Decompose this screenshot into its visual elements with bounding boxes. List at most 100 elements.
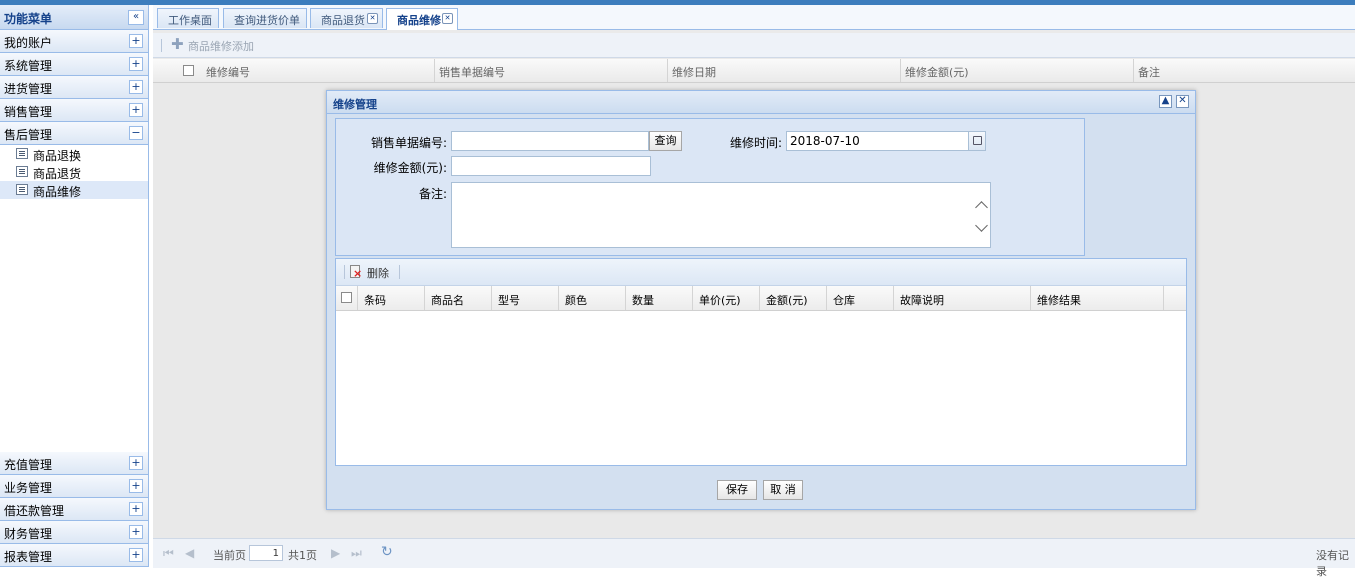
column-label: 维修编号 [206, 66, 250, 79]
expand-icon[interactable]: + [129, 103, 143, 117]
column-header[interactable]: 商品名 [425, 286, 492, 310]
sidebar-section[interactable]: 业务管理 + [0, 475, 148, 498]
select-all-checkbox[interactable] [183, 65, 194, 76]
sidebar-header: 功能菜单 « [0, 5, 148, 30]
column-header[interactable]: 数量 [626, 286, 693, 310]
column-header[interactable]: 故障说明 [894, 286, 1031, 310]
column-label: 仓库 [833, 294, 855, 307]
column-header[interactable]: 单价(元) [693, 286, 760, 310]
sidebar: 功能菜单 « 我的账户 + 系统管理 + 进货管理 + 销售管理 + 售后管理 − 商品退换 商品退… [0, 5, 149, 567]
expand-icon[interactable]: + [129, 80, 143, 94]
column-header[interactable]: 维修结果 [1031, 286, 1164, 310]
add-repair-button[interactable]: 商品维修添加 [188, 38, 254, 54]
column-label: 数量 [632, 294, 654, 307]
next-page-icon[interactable]: ▶ [331, 546, 340, 560]
tab-product-repair[interactable]: 商品维修 ✕ [386, 8, 458, 30]
tree-item[interactable]: 商品维修 [0, 181, 148, 199]
collapse-icon[interactable]: ▲ [1159, 95, 1172, 108]
remark-textarea[interactable] [451, 182, 991, 248]
column-label: 销售单据编号 [439, 66, 505, 79]
sidebar-section-label: 借还款管理 [4, 504, 65, 518]
refresh-icon[interactable]: ↻ [381, 544, 393, 560]
last-page-icon[interactable]: ⏭ [351, 546, 362, 561]
select-all-checkbox[interactable] [341, 292, 352, 303]
sidebar-section[interactable]: 财务管理 + [0, 521, 148, 544]
column-header[interactable]: 型号 [492, 286, 559, 310]
items-header: 条码 商品名 型号 颜色 数量 单价(元) 金额(元) 仓库 故障说明 维修结果 [336, 286, 1186, 311]
sidebar-section-label: 售后管理 [4, 128, 53, 142]
column-header[interactable]: 仓库 [827, 286, 894, 310]
column-header[interactable]: 销售单据编号 [435, 59, 668, 82]
tab-label: 查询进货价单 [234, 14, 300, 27]
cancel-button[interactable]: 取 消 [763, 480, 803, 500]
column-header[interactable]: 金额(元) [760, 286, 827, 310]
column-label: 故障说明 [900, 294, 944, 307]
collapse-sidebar-icon[interactable]: « [128, 10, 144, 25]
page-icon [16, 166, 28, 177]
column-header[interactable]: 颜色 [559, 286, 626, 310]
close-icon[interactable]: ✕ [1176, 95, 1189, 108]
sidebar-section[interactable]: 我的账户 + [0, 30, 148, 53]
add-icon[interactable]: ✚ [171, 36, 184, 52]
calendar-icon[interactable] [968, 132, 985, 150]
tree-item[interactable]: 商品退货 [0, 163, 148, 181]
tree-item-label: 商品退换 [33, 149, 82, 163]
tree-item-label: 商品维修 [33, 185, 82, 199]
column-label: 备注 [1138, 66, 1160, 79]
expand-icon[interactable]: + [129, 502, 143, 516]
expand-icon[interactable]: + [129, 525, 143, 539]
expand-icon[interactable]: + [129, 34, 143, 48]
column-header[interactable]: 维修日期 [668, 59, 901, 82]
column-header[interactable]: 条码 [358, 286, 425, 310]
sidebar-section[interactable]: 系统管理 + [0, 53, 148, 76]
sidebar-section-label: 我的账户 [4, 36, 53, 50]
amount-input[interactable] [451, 156, 651, 176]
query-button[interactable]: 查询 [649, 131, 682, 151]
scroll-down-icon[interactable] [975, 219, 988, 232]
save-button[interactable]: 保存 [717, 480, 757, 500]
column-label: 金额(元) [766, 294, 808, 307]
prev-page-icon[interactable]: ◀ [185, 546, 194, 560]
sidebar-section[interactable]: 报表管理 + [0, 544, 148, 567]
repair-date-field[interactable]: 2018-07-10 [786, 131, 986, 151]
sidebar-section[interactable]: 销售管理 + [0, 99, 148, 122]
sidebar-section-label: 系统管理 [4, 59, 53, 73]
column-label: 单价(元) [699, 294, 741, 307]
column-header[interactable]: 备注 [1134, 59, 1355, 82]
sidebar-section[interactable]: 充值管理 + [0, 452, 148, 475]
tab-purchase-price-query[interactable]: 查询进货价单 [223, 8, 307, 28]
delete-icon[interactable] [350, 265, 362, 279]
tab-bar: 工作桌面 查询进货价单 商品退货 ✕ 商品维修 ✕ [153, 5, 1355, 30]
tab-label: 商品维修 [397, 14, 441, 27]
current-page-label: 当前页 [213, 549, 246, 562]
scroll-up-icon[interactable] [975, 201, 988, 214]
page-number-input[interactable] [249, 545, 283, 561]
close-tab-icon[interactable]: ✕ [367, 13, 378, 24]
delete-button[interactable]: 删除 [367, 265, 389, 281]
expand-icon[interactable]: + [129, 548, 143, 562]
column-label: 维修日期 [672, 66, 716, 79]
sidebar-section[interactable]: 进货管理 + [0, 76, 148, 99]
column-header[interactable]: 维修金额(元) [901, 59, 1134, 82]
expand-icon[interactable]: + [129, 456, 143, 470]
expand-icon[interactable]: + [129, 479, 143, 493]
collapse-icon[interactable]: − [129, 126, 143, 140]
sidebar-section-label: 充值管理 [4, 458, 53, 472]
page-icon [16, 148, 28, 159]
tab-product-return[interactable]: 商品退货 ✕ [310, 8, 383, 28]
tree-item[interactable]: 商品退换 [0, 145, 148, 163]
textarea-scrollbar[interactable] [973, 183, 990, 247]
amount-label: 维修金额(元): [373, 161, 447, 175]
select-all-cell [336, 286, 358, 310]
close-tab-icon[interactable]: ✕ [442, 13, 453, 24]
tab-workspace[interactable]: 工作桌面 [157, 8, 219, 28]
column-header[interactable]: 维修编号 [202, 59, 435, 82]
column-label: 维修金额(元) [905, 66, 969, 79]
column-label: 颜色 [565, 294, 587, 307]
sidebar-section[interactable]: 售后管理 − [0, 122, 148, 145]
remark-label: 备注: [418, 187, 447, 201]
first-page-icon[interactable]: ⏮ [163, 546, 174, 561]
sale-no-input[interactable] [451, 131, 649, 151]
expand-icon[interactable]: + [129, 57, 143, 71]
sidebar-section[interactable]: 借还款管理 + [0, 498, 148, 521]
